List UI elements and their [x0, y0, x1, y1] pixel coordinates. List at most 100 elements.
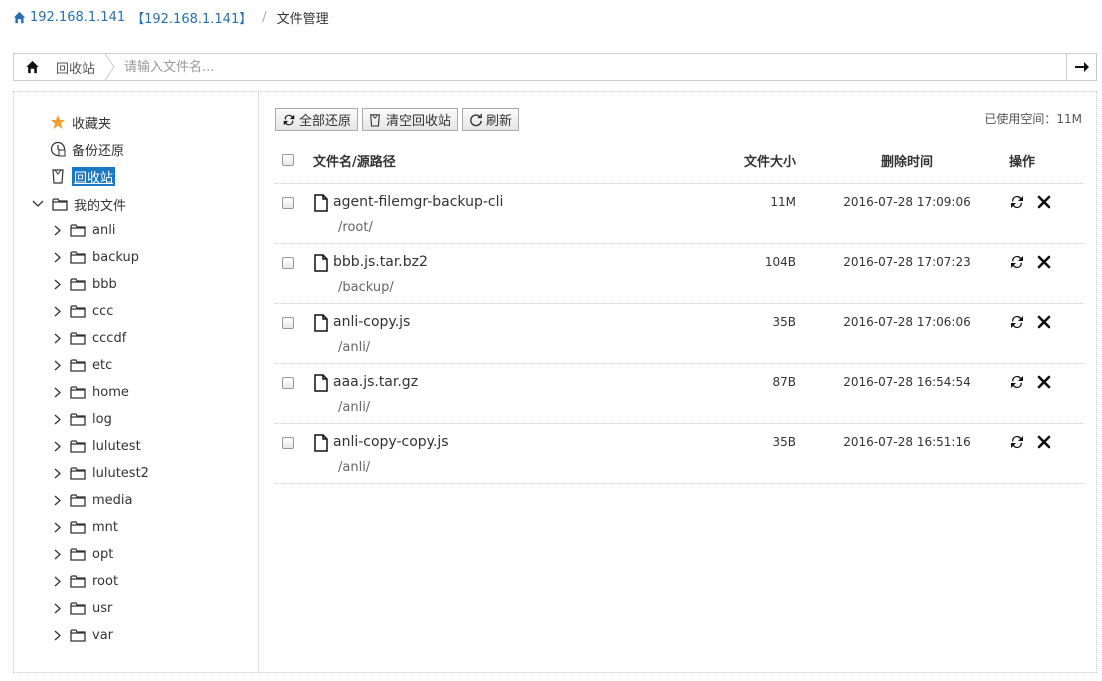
chevron-right-icon[interactable]: [54, 252, 64, 263]
restore-icon[interactable]: [1009, 434, 1025, 450]
row-checkbox[interactable]: [282, 437, 294, 449]
path-home-button[interactable]: [14, 54, 50, 80]
delete-time: 2016-07-28 17:07:23: [843, 255, 971, 269]
tree-folder[interactable]: backup: [54, 247, 139, 267]
close-icon[interactable]: [1037, 375, 1051, 389]
breadcrumb: 192.168.1.141 【192.168.1.141】 / 文件管理: [13, 8, 329, 27]
restore-all-label: 全部还原: [299, 114, 352, 129]
file-name[interactable]: aaa.js.tar.gz: [333, 374, 418, 390]
tree-folder[interactable]: etc: [54, 355, 112, 375]
sidebar-item-favorites[interactable]: 收藏夹: [50, 112, 111, 132]
chevron-right-icon[interactable]: [54, 549, 64, 560]
tree-folder-label: ccc: [92, 303, 114, 319]
trash-icon: [50, 168, 66, 184]
chevron-right-icon[interactable]: [54, 522, 64, 533]
main-content: 全部还原 清空回收站 刷新 已使用空间：11M 文件名/源路径 文件大小 删除时…: [260, 92, 1096, 672]
file-manager-panel: 收藏夹 备份还原 回收站 我的文件 anli backup bbb ccc cccdf e…: [13, 91, 1097, 673]
row-checkbox[interactable]: [282, 197, 294, 209]
tree-my-files[interactable]: 我的文件: [32, 194, 126, 214]
chevron-right-icon[interactable]: [54, 441, 64, 452]
search-go-button[interactable]: [1066, 54, 1096, 80]
tree-folder-label: lulutest2: [92, 465, 149, 481]
refresh-button[interactable]: 刷新: [462, 108, 520, 131]
search-input[interactable]: [122, 56, 1062, 78]
file-icon: [314, 374, 328, 392]
tree-folder[interactable]: bbb: [54, 274, 117, 294]
sidebar-item-label: 收藏夹: [72, 116, 112, 132]
file-name[interactable]: agent-filemgr-backup-cli: [333, 194, 503, 210]
file-name[interactable]: bbb.js.tar.bz2: [333, 254, 428, 270]
restore-icon[interactable]: [1009, 314, 1025, 330]
empty-bin-button[interactable]: 清空回收站: [362, 108, 459, 131]
chevron-down-icon[interactable]: [32, 200, 44, 208]
folder-icon: [70, 493, 86, 507]
chevron-right-icon[interactable]: [54, 333, 64, 344]
tree-folder[interactable]: media: [54, 490, 133, 510]
file-size: 11M: [770, 195, 796, 209]
tree-folder[interactable]: home: [54, 382, 129, 402]
tree-folder-label: root: [92, 573, 119, 589]
close-icon[interactable]: [1037, 435, 1051, 449]
select-all-checkbox[interactable]: [282, 154, 294, 166]
header-time: 删除时间: [880, 154, 933, 170]
restore-icon[interactable]: [1009, 194, 1025, 210]
path-crumb-recycle-bin[interactable]: 回收站: [50, 54, 101, 80]
tree-folder[interactable]: opt: [54, 544, 113, 564]
sidebar-item-label: 回收站: [72, 166, 116, 186]
folder-icon: [70, 439, 86, 453]
restore-icon[interactable]: [1009, 374, 1025, 390]
tree-folder[interactable]: ccc: [54, 301, 113, 321]
table-row[interactable]: bbb.js.tar.bz2/backup/104B 2016-07-28 17:…: [275, 244, 1083, 304]
chevron-right-icon[interactable]: [54, 225, 64, 236]
table-row[interactable]: aaa.js.tar.gz/anli/87B 2016-07-28 16:54:5…: [275, 364, 1083, 424]
tree-folder[interactable]: lulutest: [54, 436, 141, 456]
tree-folder[interactable]: usr: [54, 598, 112, 618]
tree-folder[interactable]: root: [54, 571, 118, 591]
breadcrumb-host-bracket[interactable]: 【192.168.1.141】: [131, 8, 252, 27]
chevron-right-icon[interactable]: [54, 630, 64, 641]
table-row[interactable]: agent-filemgr-backup-cli/root/11M 2016-07…: [275, 184, 1083, 244]
tree-folder[interactable]: anli: [54, 220, 115, 240]
tree-folder[interactable]: log: [54, 409, 112, 429]
sidebar-item-recycle-bin[interactable]: 回收站: [50, 166, 116, 186]
close-icon[interactable]: [1037, 255, 1051, 269]
file-name[interactable]: anli-copy-copy.js: [333, 434, 449, 450]
chevron-right-icon[interactable]: [54, 603, 64, 614]
home-icon[interactable]: [13, 11, 26, 24]
tree-folder[interactable]: var: [54, 625, 113, 645]
file-size: 87B: [772, 375, 796, 389]
file-name[interactable]: anli-copy.js: [333, 314, 410, 330]
sidebar-item-backup-restore[interactable]: 备份还原: [50, 139, 124, 159]
close-icon[interactable]: [1037, 315, 1051, 329]
row-checkbox[interactable]: [282, 377, 294, 389]
table-row[interactable]: anli-copy-copy.js/anli/35B 2016-07-28 16:…: [275, 424, 1083, 484]
chevron-right-icon[interactable]: [54, 306, 64, 317]
path-bar: 回收站: [13, 53, 1097, 81]
backup-clock-icon: [50, 141, 66, 157]
delete-time: 2016-07-28 16:54:54: [843, 375, 971, 389]
chevron-right-icon[interactable]: [54, 387, 64, 398]
tree-folder-label: home: [92, 384, 129, 400]
chevron-right-icon[interactable]: [54, 279, 64, 290]
header-size: 文件大小: [743, 154, 796, 170]
tree-folder[interactable]: lulutest2: [54, 463, 149, 483]
tree-folder[interactable]: mnt: [54, 517, 118, 537]
sidebar-item-label: 备份还原: [72, 143, 125, 159]
chevron-right-icon[interactable]: [54, 468, 64, 479]
refresh-label: 刷新: [486, 114, 513, 129]
folder-icon: [70, 520, 86, 534]
chevron-right-icon[interactable]: [54, 360, 64, 371]
breadcrumb-host-link[interactable]: 192.168.1.141: [30, 10, 125, 25]
restore-all-button[interactable]: 全部还原: [275, 108, 359, 131]
table-row[interactable]: anli-copy.js/anli/35B 2016-07-28 17:06:06: [275, 304, 1083, 364]
row-checkbox[interactable]: [282, 257, 294, 269]
tree-folder[interactable]: cccdf: [54, 328, 126, 348]
trash-icon: [369, 113, 383, 127]
restore-icon[interactable]: [1009, 254, 1025, 270]
chevron-right-icon[interactable]: [54, 495, 64, 506]
chevron-right-icon[interactable]: [54, 576, 64, 587]
close-icon[interactable]: [1037, 195, 1051, 209]
tree-folder-label: cccdf: [92, 330, 127, 346]
row-checkbox[interactable]: [282, 317, 294, 329]
chevron-right-icon[interactable]: [54, 414, 64, 425]
